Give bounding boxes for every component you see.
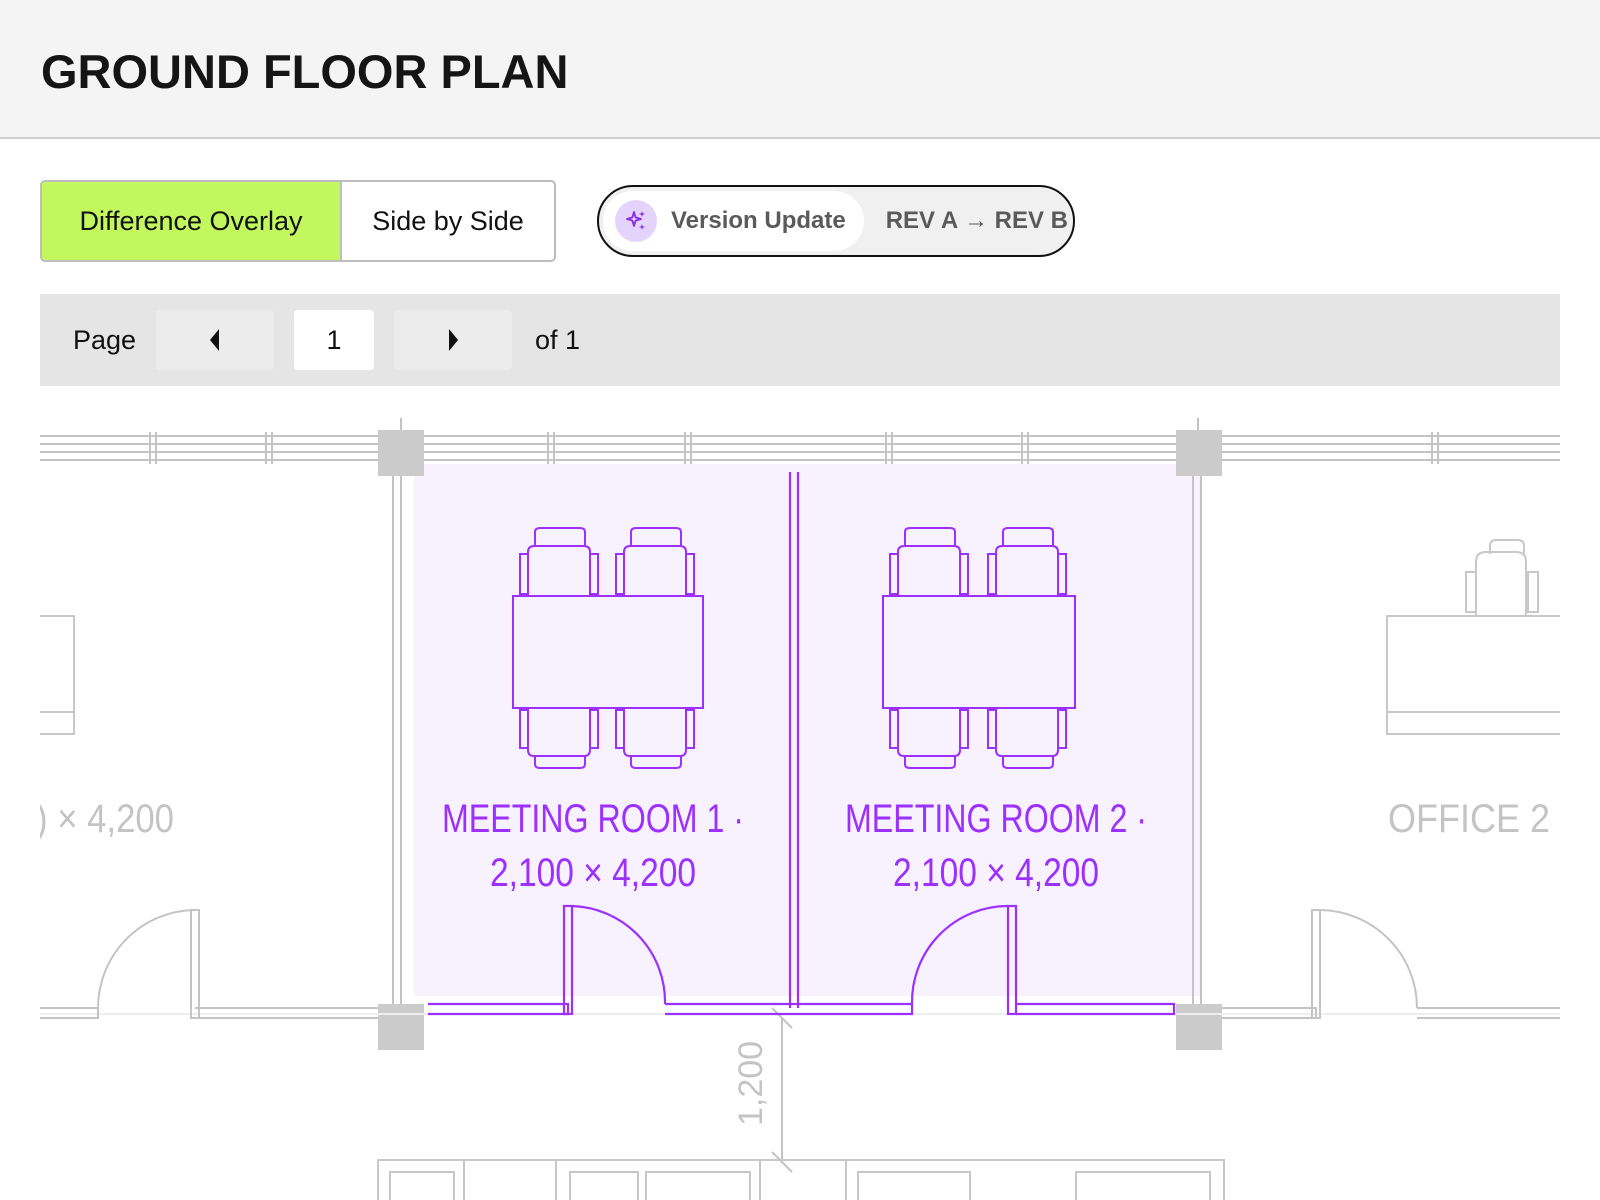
page-title: GROUND FLOOR PLAN: [41, 45, 569, 98]
difference-overlay-button[interactable]: Difference Overlay: [42, 182, 340, 260]
version-update-badge[interactable]: Version Update REV A → REV B: [597, 185, 1075, 257]
bottom-row-partitions: [377, 1159, 1225, 1200]
left-office-desk: [40, 615, 75, 735]
revision-label: REV A → REV B: [885, 207, 1068, 234]
exterior-wall-top: [40, 418, 1560, 464]
total-pages-label: of 1: [535, 324, 581, 355]
right-office-desk: [1386, 539, 1560, 735]
chevron-left-icon: [210, 329, 219, 351]
side-by-side-button[interactable]: Side by Side: [340, 182, 554, 260]
version-update-label: Version Update: [671, 207, 846, 234]
page-navigation-bar: Page 1 of 1: [40, 294, 1560, 386]
corridor-dimension-line: [771, 1007, 793, 1173]
meeting-room-1-dims: 2,100 × 4,200: [490, 851, 696, 895]
page-header: GROUND FLOOR PLAN: [0, 0, 1600, 139]
changed-region-highlight: [414, 464, 1200, 996]
meeting-room-2-name: MEETING ROOM 2 ·: [845, 797, 1147, 841]
floor-plan-canvas[interactable]: 1,200 MEETING ROOM 1 · 2,100 × 4,200 MEE…: [40, 386, 1560, 1200]
right-office-door: [1222, 909, 1560, 1019]
next-page-button[interactable]: [394, 310, 512, 370]
version-update-label-group: Version Update: [603, 191, 864, 251]
office-2-name: OFFICE 2: [1388, 797, 1550, 841]
chevron-right-icon: [449, 329, 458, 351]
corridor-dimension-label: 1,200: [732, 1041, 770, 1126]
previous-page-button[interactable]: [156, 310, 274, 370]
sparkle-icon: [615, 200, 657, 242]
page-label: Page: [73, 324, 137, 355]
view-mode-toggle: Difference Overlay Side by Side: [40, 180, 556, 262]
meeting-room-1-name: MEETING ROOM 1 ·: [442, 797, 744, 841]
left-office-dims: ) × 4,200: [40, 797, 174, 841]
floor-plan-drawing: 1,200 MEETING ROOM 1 · 2,100 × 4,200 MEE…: [40, 418, 1560, 1200]
meeting-room-2-dims: 2,100 × 4,200: [893, 851, 1099, 895]
page-number-input[interactable]: 1: [294, 310, 374, 370]
